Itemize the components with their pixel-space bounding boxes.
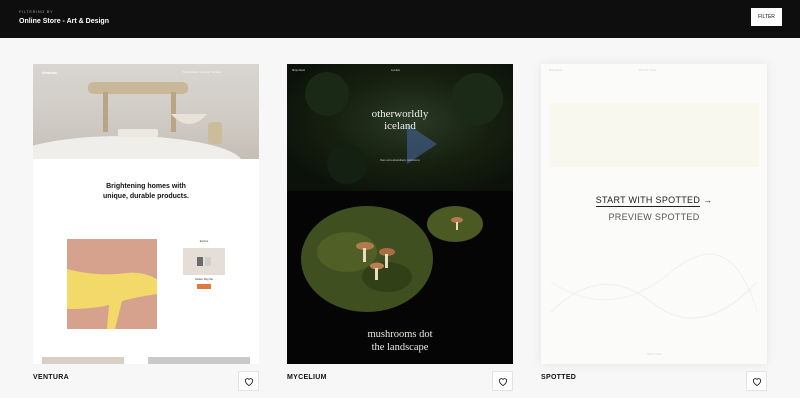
template-name: SPOTTED bbox=[541, 374, 577, 381]
table-scene-illustration bbox=[33, 82, 242, 159]
ventura-feature-image bbox=[67, 239, 157, 329]
mycelium-caption-line2: the landscape bbox=[371, 342, 429, 353]
filter-button[interactable]: FILTER bbox=[751, 8, 782, 26]
heart-icon bbox=[498, 377, 507, 386]
template-name: VENTURA bbox=[33, 374, 69, 381]
ventura-nav: Shop About Journal Contact bbox=[183, 71, 222, 74]
favorite-button[interactable] bbox=[746, 371, 767, 391]
ventura-shop-label: Explore bbox=[199, 240, 209, 243]
ventura-bottom-image-right bbox=[148, 357, 250, 364]
ventura-logo: Ventura bbox=[42, 70, 57, 75]
spotted-faded-map bbox=[550, 253, 758, 319]
start-label: START WITH SPOTTED bbox=[595, 195, 701, 207]
ventura-hero-image: Ventura Shop About Journal Contact bbox=[33, 64, 259, 159]
mycelium-title: otherworldly iceland bbox=[287, 108, 513, 132]
template-meta-ventura: VENTURA bbox=[33, 371, 259, 391]
preview-template-link[interactable]: PREVIEW SPOTTED bbox=[541, 212, 767, 222]
favorite-button[interactable] bbox=[492, 371, 513, 391]
filter-value: Online Store - Art & Design bbox=[19, 18, 109, 25]
ventura-headline: Brightening homes with unique, durable p… bbox=[103, 183, 189, 200]
ventura-product-button bbox=[197, 284, 211, 289]
arrow-right-icon: → bbox=[702, 195, 713, 205]
mycelium-hero-image: Shop About Lumière otherworldly iceland … bbox=[287, 64, 513, 191]
ventura-product-image bbox=[183, 248, 225, 275]
mycelium-caption: mushrooms dot the landscape bbox=[287, 328, 513, 354]
heart-icon bbox=[244, 377, 253, 386]
ventura-bottom-image-left bbox=[42, 357, 124, 364]
template-name: MYCELIUM bbox=[287, 374, 327, 381]
mug-icon bbox=[197, 257, 211, 266]
start-with-template-link[interactable]: START WITH SPOTTED → bbox=[541, 195, 767, 207]
spotted-logo: SPOTTED bbox=[639, 68, 657, 72]
spotted-footer: SPOTTED bbox=[646, 352, 662, 356]
mycelium-subtitle: Rare and extraordinary mushrooms bbox=[380, 159, 420, 162]
template-meta-mycelium: MYCELIUM bbox=[287, 371, 513, 391]
spotted-hero-image bbox=[549, 103, 759, 167]
ventura-product-name: Golden Mug Set bbox=[194, 278, 214, 281]
template-card-mycelium[interactable]: Shop About Lumière otherworldly iceland … bbox=[287, 64, 513, 364]
spotted-nav: Shop About bbox=[549, 69, 562, 72]
template-card-ventura[interactable]: Ventura Shop About Journal Contact Brigh… bbox=[33, 64, 259, 364]
template-card-spotted[interactable]: Shop About SPOTTED START WITH SPOTTED → … bbox=[541, 64, 767, 364]
filter-bar: FILTERING BY Online Store - Art & Design… bbox=[0, 0, 800, 38]
mycelium-title-line1: otherworldly bbox=[371, 108, 429, 120]
filter-caption: FILTERING BY bbox=[19, 9, 54, 14]
heart-icon bbox=[752, 377, 761, 386]
favorite-button[interactable] bbox=[238, 371, 259, 391]
template-meta-spotted: SPOTTED bbox=[541, 371, 767, 391]
mycelium-logo: Lumière bbox=[391, 69, 401, 72]
mycelium-caption-line1: mushrooms dot bbox=[367, 329, 433, 340]
mycelium-nav: Shop About bbox=[292, 69, 305, 72]
ventura-shop-preview: Explore Golden Mug Set bbox=[183, 240, 225, 295]
mycelium-title-line2: iceland bbox=[384, 120, 416, 132]
mushroom-image bbox=[301, 206, 483, 312]
